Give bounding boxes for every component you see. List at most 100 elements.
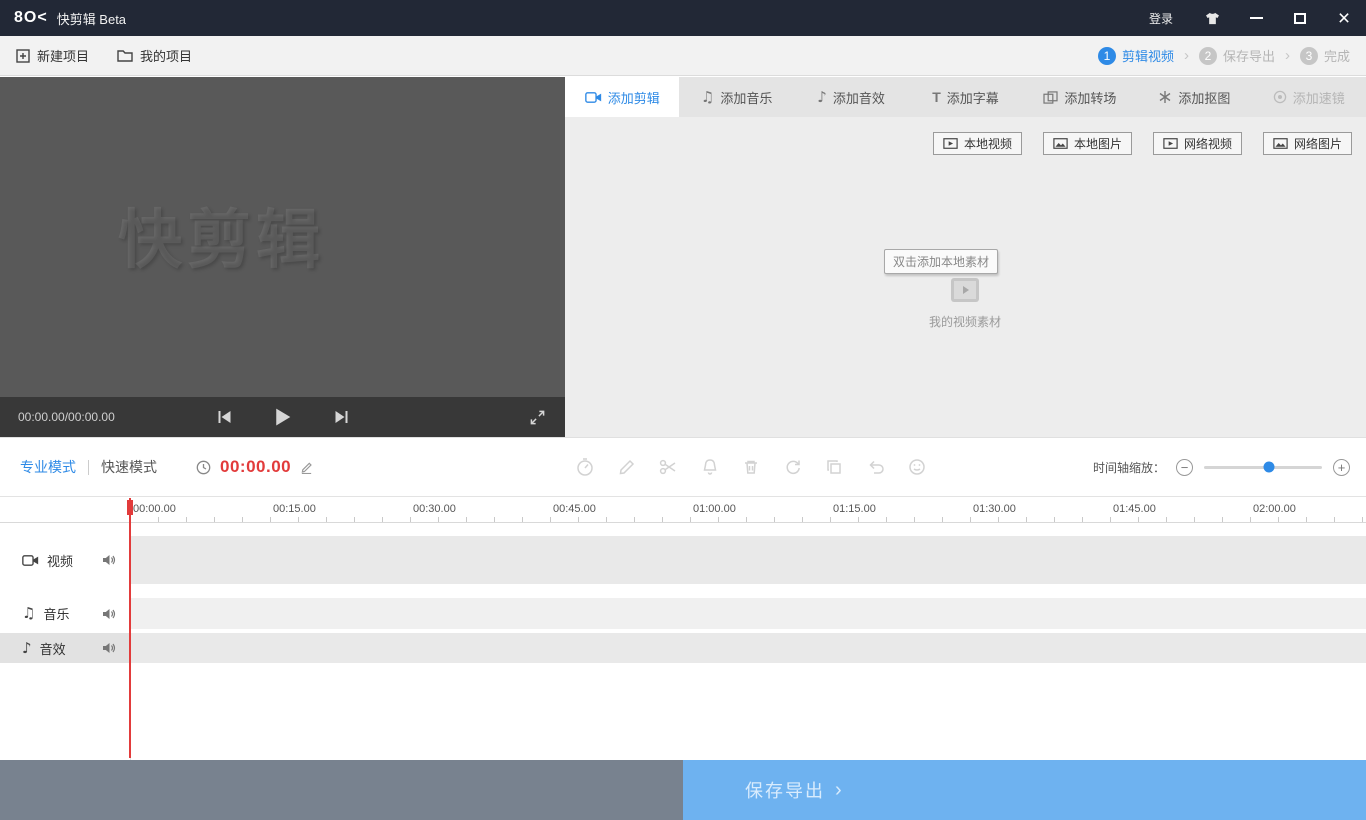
app-window: 8O< 快剪辑 Beta 登录 × 新建项目 我的项目 1 [0, 0, 1366, 820]
timeline-ruler[interactable]: 00:00.00 00:15.00 00:30.00 00:45.00 01:0… [0, 498, 1366, 523]
track-label: 视频 [47, 551, 73, 570]
tab-add-music[interactable]: ♫ 添加音乐 [679, 77, 793, 117]
skin-icon[interactable] [1191, 12, 1234, 25]
edit-time-icon[interactable] [300, 461, 313, 474]
timeline-toolbar: 专业模式 快速模式 00:00.00 [0, 437, 1366, 497]
skip-start-button[interactable] [216, 409, 232, 425]
mute-sound-button[interactable] [102, 642, 116, 654]
web-image-button[interactable]: 网络图片 [1263, 132, 1352, 155]
sound-track-lane[interactable] [130, 633, 1366, 663]
step-label: 完成 [1324, 46, 1350, 65]
video-file-icon[interactable] [950, 277, 980, 303]
step-label: 保存导出 [1223, 46, 1275, 65]
step-save-export[interactable]: 2 保存导出 [1199, 46, 1275, 65]
web-video-button[interactable]: 网络视频 [1153, 132, 1242, 155]
video-track-lane[interactable] [130, 536, 1366, 584]
pencil-icon[interactable] [617, 457, 637, 477]
zoom-slider-thumb[interactable] [1263, 462, 1274, 473]
my-projects-label: 我的项目 [140, 46, 192, 65]
tab-label: 添加速镜 [1293, 88, 1345, 107]
zoom-slider[interactable] [1204, 466, 1322, 469]
plus-square-icon [16, 49, 30, 63]
footer: 保存导出 › [0, 760, 1366, 820]
close-button[interactable]: × [1322, 0, 1366, 36]
tab-add-speed-lens[interactable]: 添加速镜 [1252, 77, 1366, 117]
step-separator: › [1184, 47, 1189, 64]
speed-lens-icon [1273, 90, 1287, 104]
timeline-zoom: 时间轴缩放： − + [1093, 438, 1350, 496]
skip-end-button[interactable] [333, 409, 349, 425]
step-number: 1 [1098, 47, 1116, 65]
step-done[interactable]: 3 完成 [1300, 46, 1350, 65]
tab-add-transition[interactable]: 添加转场 [1023, 77, 1137, 117]
undo-icon[interactable] [866, 457, 886, 477]
preview-watermark: 快剪辑 [118, 189, 325, 281]
tab-add-matting[interactable]: 添加抠图 [1137, 77, 1251, 117]
sound-track-header: ♪ 音效 [0, 633, 130, 663]
sticker-smile-icon[interactable] [907, 457, 927, 477]
tab-add-sound-effect[interactable]: ♪ 添加音效 [794, 77, 908, 117]
preview-pane: 快剪辑 00:00.00/00:00.00 [0, 77, 565, 437]
mute-video-button[interactable] [102, 554, 116, 566]
placeholder-label: 我的视频素材 [845, 313, 1085, 330]
current-time: 00:00.00 [220, 457, 291, 477]
minimize-button[interactable] [1234, 0, 1278, 36]
titlebar-controls: 登录 × [1131, 0, 1366, 36]
mute-music-button[interactable] [102, 608, 116, 620]
empty-state: 双击添加本地素材 我的视频素材 [845, 249, 1085, 335]
ruler-label: 01:00.00 [693, 503, 736, 515]
bell-icon[interactable] [700, 457, 720, 477]
zoom-out-button[interactable]: − [1176, 459, 1193, 476]
project-toolbar: 新建项目 我的项目 1 剪辑视频 › 2 保存导出 › 3 完成 [0, 36, 1366, 76]
play-button[interactable] [274, 408, 291, 426]
divider [88, 460, 89, 475]
folder-icon [117, 49, 133, 62]
maximize-button[interactable] [1278, 0, 1322, 36]
image-icon [1273, 138, 1288, 149]
track-label: 音乐 [43, 604, 69, 623]
transition-icon [1043, 91, 1058, 104]
playback-bar: 00:00.00/00:00.00 [0, 397, 565, 437]
playhead-marker[interactable] [127, 500, 133, 515]
quick-mode-button[interactable]: 快速模式 [101, 457, 157, 477]
save-export-button[interactable]: 保存导出 › [683, 760, 1366, 820]
stopwatch-icon[interactable] [575, 457, 595, 477]
tab-label: 添加音乐 [720, 88, 772, 107]
maximize-icon [1294, 13, 1306, 24]
ruler-label: 00:45.00 [553, 503, 596, 515]
zoom-in-button[interactable]: + [1333, 459, 1350, 476]
tab-add-subtitle[interactable]: T 添加字幕 [908, 77, 1022, 117]
playback-controls [216, 408, 349, 426]
tab-add-clip[interactable]: 添加剪辑 [565, 77, 679, 117]
video-track-header: 视频 [0, 536, 130, 584]
footer-bar [0, 760, 683, 820]
scissors-icon[interactable] [658, 457, 678, 477]
play-rect-icon [943, 138, 958, 149]
tab-label: 添加转场 [1064, 88, 1116, 107]
local-image-button[interactable]: 本地图片 [1043, 132, 1132, 155]
ruler-ticks [130, 517, 1366, 522]
music-track-lane[interactable] [130, 598, 1366, 629]
music-track-header: ♫ 音乐 [0, 598, 130, 629]
ruler-label: 00:30.00 [413, 503, 456, 515]
step-separator: › [1285, 47, 1290, 64]
tab-label: 添加抠图 [1178, 88, 1230, 107]
chevron-right-icon: › [835, 779, 842, 802]
zoom-label: 时间轴缩放： [1093, 459, 1165, 476]
professional-mode-button[interactable]: 专业模式 [20, 457, 76, 477]
step-number: 3 [1300, 47, 1318, 65]
playhead[interactable] [129, 498, 131, 758]
my-projects-button[interactable]: 我的项目 [117, 46, 192, 65]
panel-tabs: 添加剪辑 ♫ 添加音乐 ♪ 添加音效 T 添加字幕 [565, 77, 1366, 117]
new-project-button[interactable]: 新建项目 [16, 46, 89, 65]
local-video-button[interactable]: 本地视频 [933, 132, 1022, 155]
save-export-label: 保存导出 [745, 777, 825, 803]
fullscreen-button[interactable] [530, 410, 545, 425]
tab-label: 添加剪辑 [608, 88, 660, 107]
timeline-area: 00:00.00 00:15.00 00:30.00 00:45.00 01:0… [0, 498, 1366, 760]
login-button[interactable]: 登录 [1131, 10, 1191, 27]
rotate-icon[interactable] [783, 457, 803, 477]
trash-icon[interactable] [741, 457, 761, 477]
copy-icon[interactable] [824, 457, 844, 477]
step-edit-video[interactable]: 1 剪辑视频 [1098, 46, 1174, 65]
